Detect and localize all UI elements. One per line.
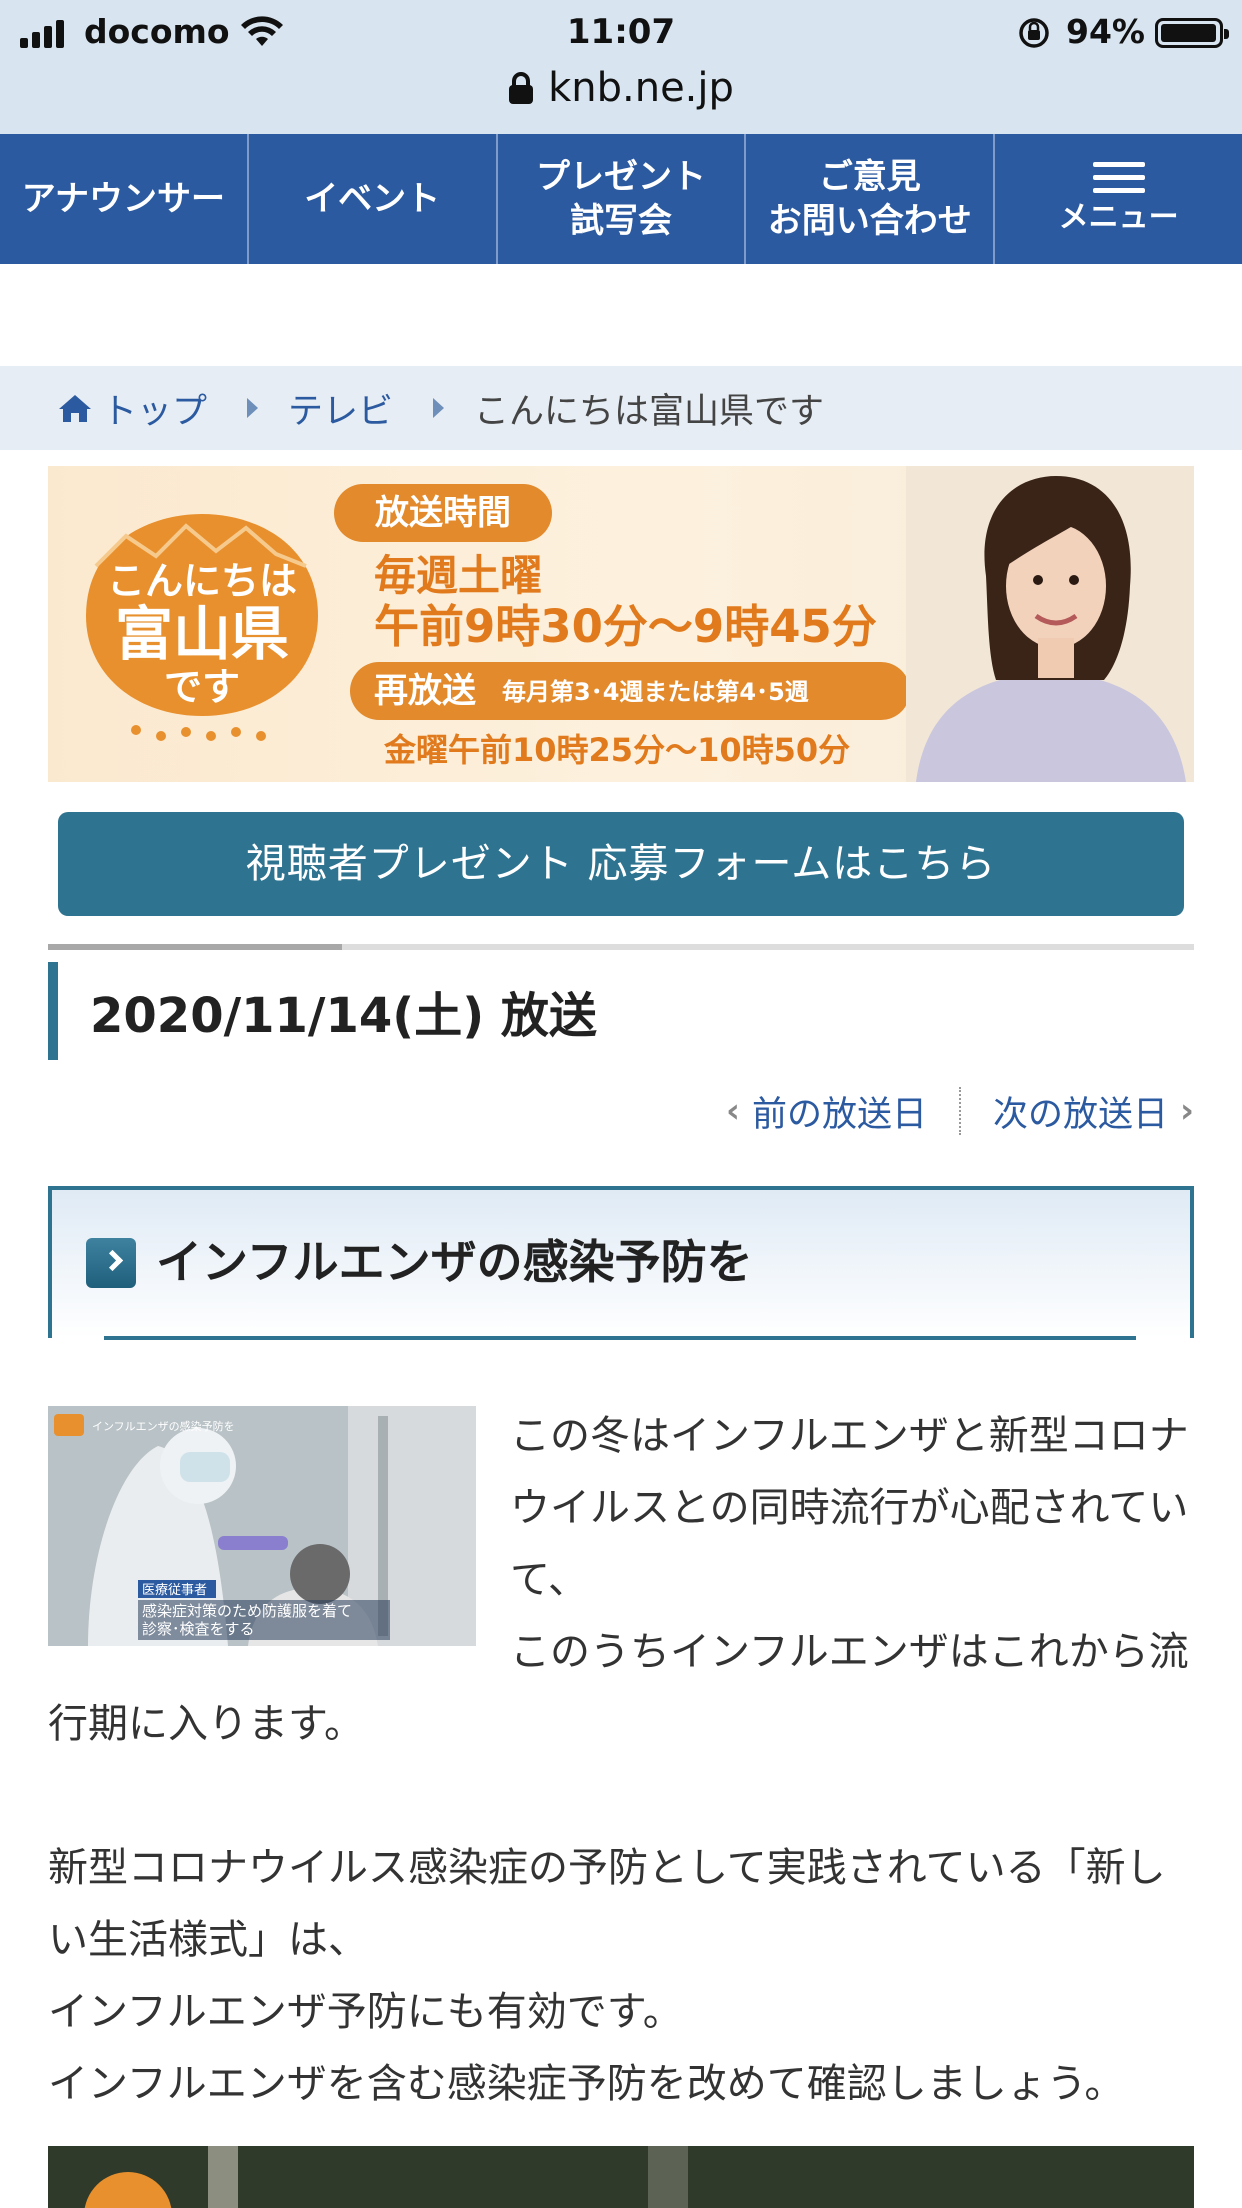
host-photo (906, 466, 1194, 782)
broadcast-pager: ‹ 前の放送日 次の放送日 › (726, 1086, 1194, 1136)
article-text: このうちインフルエンザはこれから流行期に入ります。 (48, 1629, 1189, 1747)
menu-button[interactable]: メニュー (995, 134, 1242, 264)
thumbnail-image: インフルエンザの感染予防を 医療従事者 感染症対策のため防護服を着て 診察･検査… (48, 1406, 476, 1646)
article-image-2 (48, 2146, 1194, 2208)
battery-percent: 94% (1066, 12, 1145, 51)
rerun-note: 毎月第3･4週または第4･5週 (502, 678, 809, 706)
logo-text-1: こんにちは (107, 559, 297, 603)
broadcast-time: 午前9時30分～9時45分 (374, 600, 877, 653)
browser-chrome: docomo 11:07 94% knb.ne.jp (0, 0, 1242, 134)
site-nav: アナウンサー イベント プレゼント 試写会 ご意見 お問い合わせ メニュー (0, 134, 1242, 264)
breadcrumb-tv[interactable]: テレビ (288, 383, 393, 434)
next-broadcast-link[interactable]: 次の放送日 (993, 1086, 1168, 1137)
logo-text-3: です (164, 665, 240, 709)
article-text: インフルエンザを含む感染症予防を改めて確認しましょう。 (48, 2061, 1125, 2107)
thumbnail-caption-line2: 診察･検査をする (142, 1620, 255, 1638)
thumbnail-caption-tag: 医療従事者 (142, 1583, 207, 1598)
nav-item-label: アナウンサー (21, 179, 226, 219)
breadcrumb-top[interactable]: トップ (102, 383, 207, 434)
thumbnail-caption-line1: 感染症対策のため防護服を着て (142, 1602, 352, 1620)
breadcrumb-current: こんにちは富山県です (474, 391, 825, 432)
lock-icon (509, 72, 534, 104)
battery-icon (1155, 18, 1229, 48)
nav-item-announcer[interactable]: アナウンサー (0, 134, 249, 264)
nav-item-contact[interactable]: ご意見 お問い合わせ (746, 134, 996, 264)
clock: 11:07 (566, 12, 676, 52)
url-domain: knb.ne.jp (548, 65, 734, 111)
article-thumbnail: インフルエンザの感染予防を 医療従事者 感染症対策のため防護服を着て 診察･検査… (48, 1406, 476, 1646)
article-body: インフルエンザの感染予防を 医療従事者 感染症対策のため防護服を着て 診察･検査… (48, 1400, 1198, 2120)
article-image-2-graphic (48, 2146, 1194, 2208)
menu-label: メニュー (1058, 199, 1179, 235)
article-text: この冬はインフルエンザと新型コロナウイルスとの同時流行が心配されていて、 (510, 1413, 1189, 1603)
rotation-lock-icon (1019, 18, 1049, 48)
home-icon (59, 395, 91, 422)
nav-item-sublabel: 試写会 (569, 201, 672, 241)
rerun-pill: 再放送 毎月第3･4週または第4･5週 (350, 662, 910, 720)
nav-item-present[interactable]: プレゼント 試写会 (498, 134, 747, 264)
nav-item-label: ご意見 (818, 157, 921, 197)
thumbnail-header: インフルエンザの感染予防を (92, 1419, 235, 1433)
breadcrumb: トップ テレビ こんにちは富山県です (0, 366, 1242, 450)
logo-text-2: 富山県 (115, 600, 289, 668)
status-bar: docomo 11:07 94% (0, 10, 1242, 54)
broadcast-weekly: 毎週土曜 (374, 551, 543, 600)
url-bar[interactable]: knb.ne.jp (0, 60, 1242, 116)
nav-item-sublabel: お問い合わせ (767, 201, 972, 241)
topic-underline (104, 1336, 1136, 1340)
section-divider (48, 944, 1194, 950)
broadcast-date-heading: 2020/11/14(土) 放送 (48, 962, 1194, 1060)
topic-heading-box: インフルエンザの感染予防を (48, 1186, 1194, 1338)
nav-item-label: プレゼント (535, 157, 706, 197)
prev-broadcast-link[interactable]: 前の放送日 (752, 1086, 927, 1137)
nav-item-label: イベント (304, 179, 441, 219)
pager-divider (958, 1087, 961, 1135)
hamburger-icon (1092, 161, 1145, 193)
breadcrumb-arrow-icon (433, 398, 445, 418)
article-text: 新型コロナウイルス感染症の予防として実践されている「新しい生活様式」は、 (48, 1845, 1166, 1963)
rerun-label: 再放送 (374, 671, 476, 711)
program-banner: こんにちは 富山県 です 放送時間 毎週土曜 午前9時30分～9時45分 再放送… (48, 466, 1194, 782)
article-text: インフルエンザ予防にも有効です。 (48, 1989, 683, 2035)
breadcrumb-arrow-icon (247, 398, 259, 418)
rerun-time: 金曜午前10時25分～10時50分 (384, 731, 851, 769)
arrow-right-icon (86, 1238, 136, 1288)
chevron-left-icon: ‹ (725, 1091, 740, 1131)
present-form-button[interactable]: 視聴者プレゼント 応募フォームはこちら (58, 812, 1184, 916)
chevron-right-icon: › (1179, 1091, 1194, 1131)
program-logo: こんにちは 富山県 です (86, 514, 318, 741)
broadcast-slot-label: 放送時間 (334, 484, 552, 542)
nav-item-event[interactable]: イベント (249, 134, 498, 264)
topic-title: インフルエンザの感染予防を (156, 1235, 753, 1289)
